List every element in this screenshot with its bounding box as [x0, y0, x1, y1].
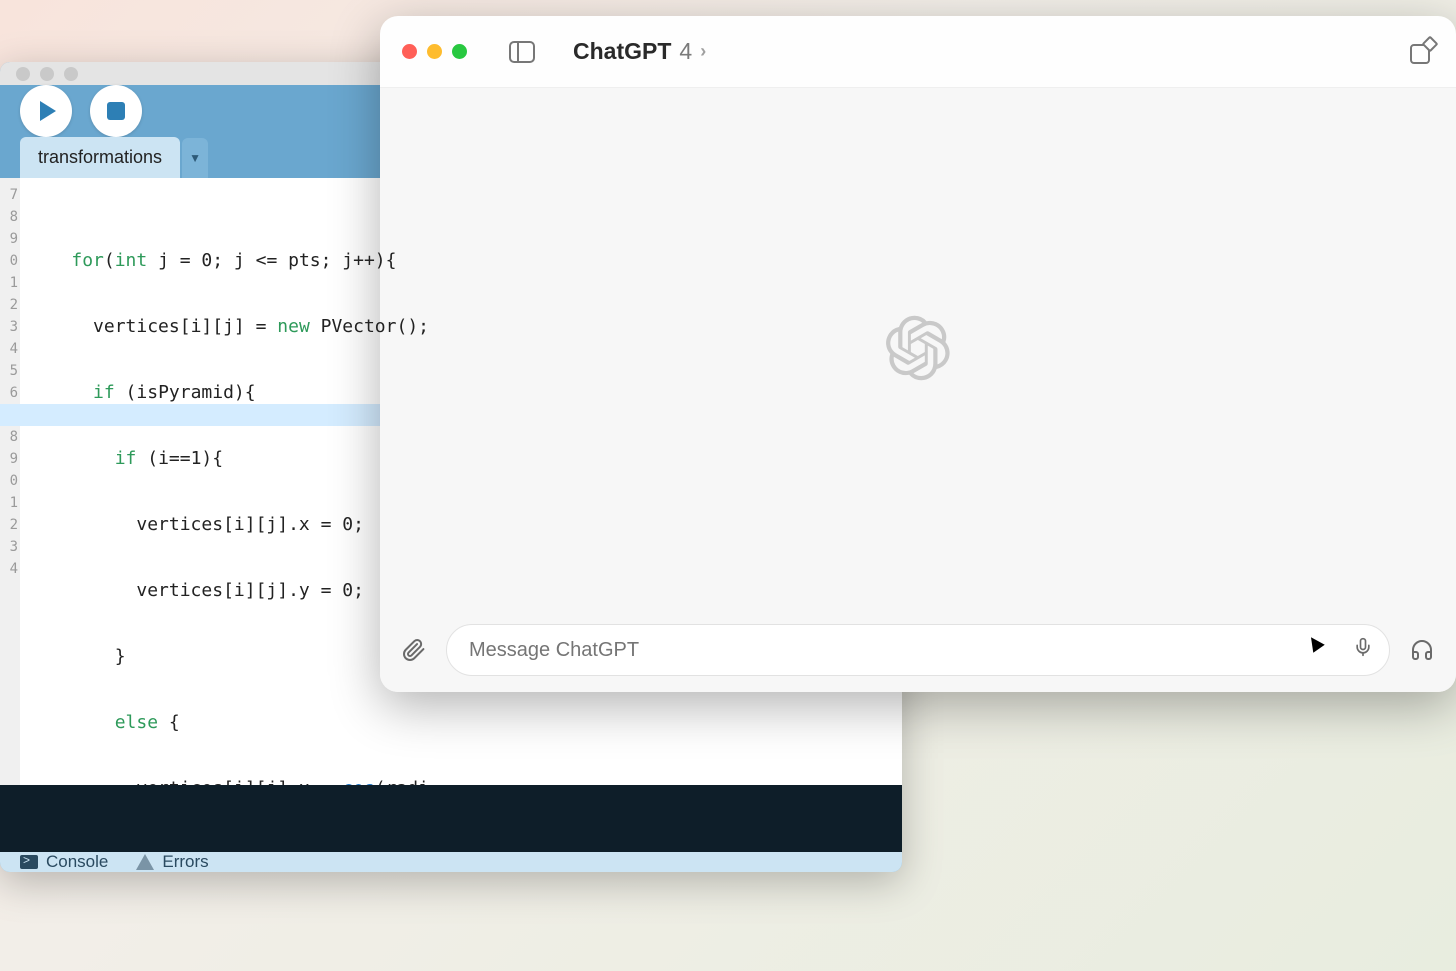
tab-transformations[interactable]: transformations: [20, 137, 180, 178]
tab-dropdown[interactable]: ▼: [182, 138, 208, 178]
maximize-button[interactable]: [452, 44, 467, 59]
run-button[interactable]: [20, 85, 72, 137]
bottom-tab-errors[interactable]: Errors: [136, 852, 208, 872]
bottom-tab-errors-label: Errors: [162, 852, 208, 872]
ide-traffic-min[interactable]: [40, 67, 54, 81]
bottom-tab-console-label: Console: [46, 852, 108, 872]
chat-title[interactable]: ChatGPT 4 ›: [573, 38, 706, 65]
terminal-icon: [20, 855, 38, 869]
ide-bottom-tabs: Console Errors: [0, 852, 902, 872]
ide-traffic-lights: [16, 67, 78, 81]
mic-button[interactable]: [1353, 637, 1373, 663]
ide-traffic-close[interactable]: [16, 67, 30, 81]
headphones-icon: [1410, 638, 1434, 662]
close-button[interactable]: [402, 44, 417, 59]
line-number-gutter: 789 012 345 678 901 234: [0, 178, 20, 785]
ide-traffic-max[interactable]: [64, 67, 78, 81]
chat-traffic-lights: [402, 44, 467, 59]
ide-console-output: [0, 785, 902, 852]
minimize-button[interactable]: [427, 44, 442, 59]
play-icon: [40, 101, 56, 121]
stop-icon: [107, 102, 125, 120]
mic-icon: [1353, 637, 1373, 657]
stop-button[interactable]: [90, 85, 142, 137]
new-chat-button[interactable]: [1410, 40, 1434, 64]
warning-icon: [136, 854, 154, 870]
chat-titlebar: ChatGPT 4 ›: [380, 16, 1456, 88]
voice-mode-button[interactable]: [1406, 634, 1438, 666]
sidebar-toggle-button[interactable]: [509, 41, 535, 63]
bottom-tab-console[interactable]: Console: [20, 852, 108, 872]
chevron-right-icon: ›: [700, 41, 706, 62]
chat-title-main: ChatGPT: [573, 38, 671, 65]
chat-title-model: 4: [679, 38, 692, 65]
